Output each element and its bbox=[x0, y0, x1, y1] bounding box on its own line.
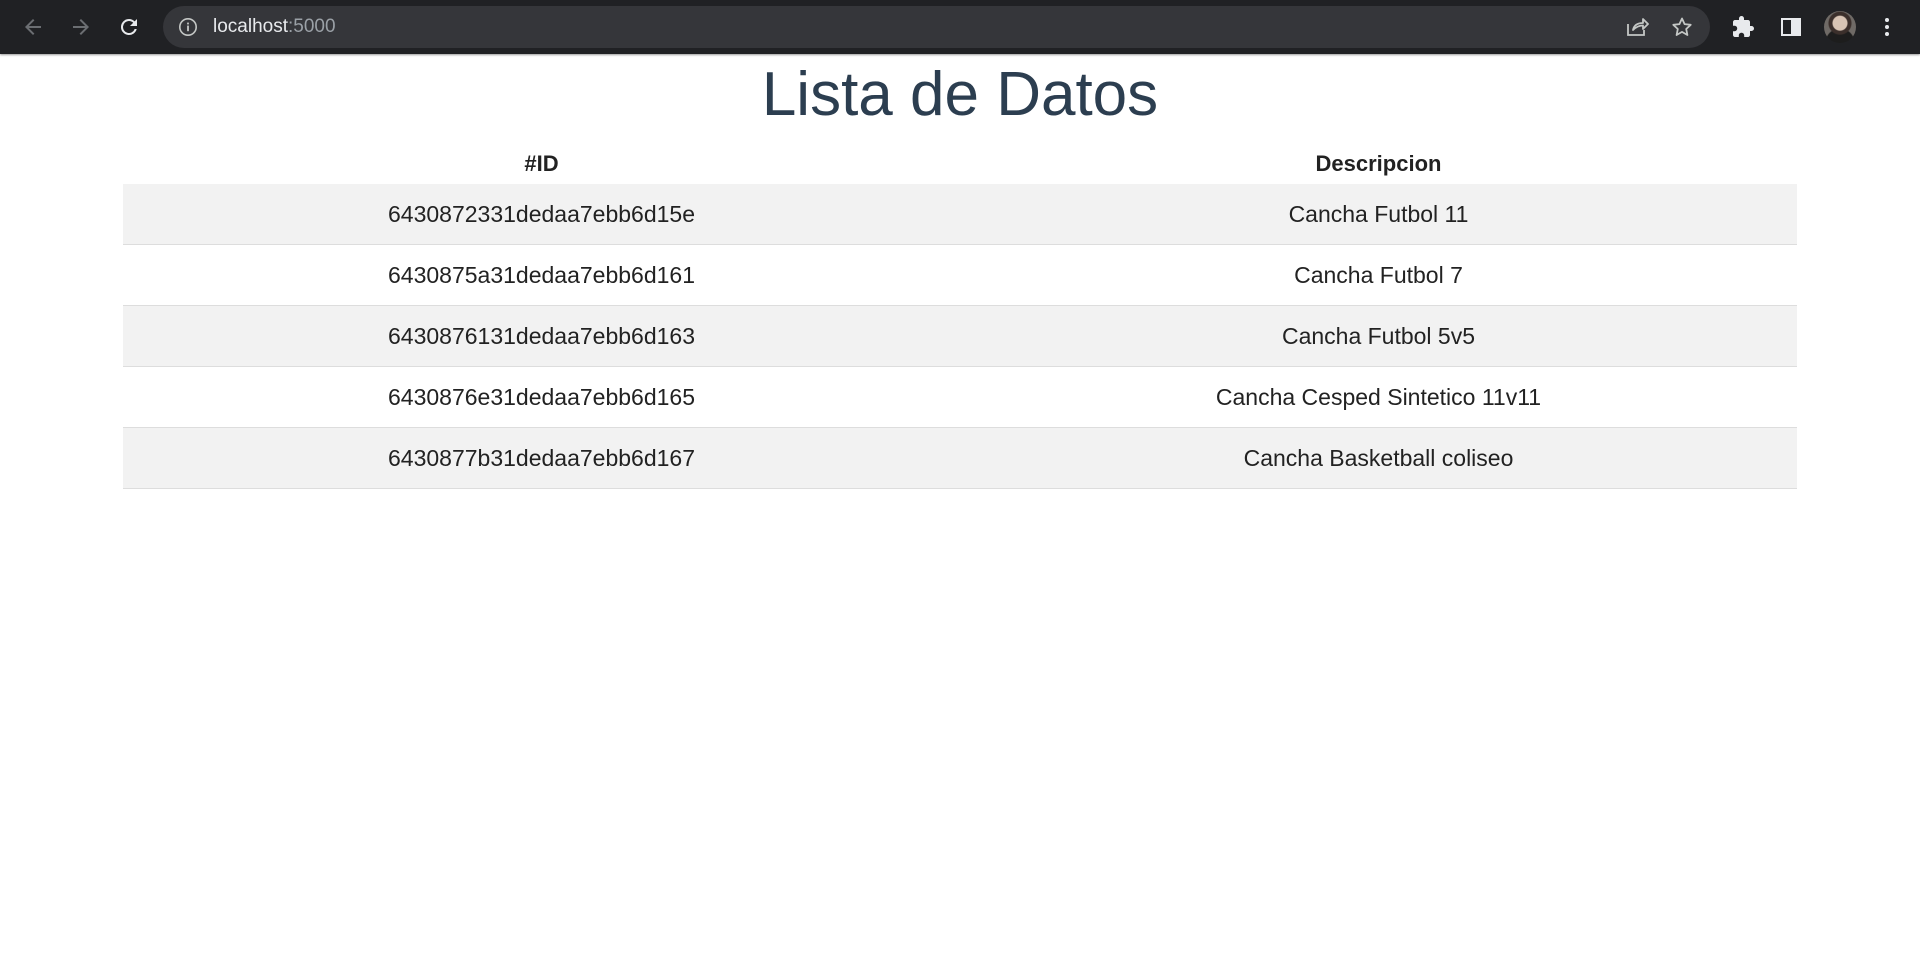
cell-descripcion: Cancha Futbol 5v5 bbox=[960, 305, 1797, 367]
cell-descripcion: Cancha Futbol 11 bbox=[960, 184, 1797, 245]
data-table: #ID Descripcion 6430872331dedaa7ebb6d15e… bbox=[123, 144, 1797, 489]
cell-descripcion: Cancha Cesped Sintetico 11v11 bbox=[960, 366, 1797, 428]
cell-id: 6430876131dedaa7ebb6d163 bbox=[123, 305, 960, 367]
share-icon[interactable] bbox=[1625, 16, 1649, 38]
cell-id: 6430875a31dedaa7ebb6d161 bbox=[123, 244, 960, 306]
table-row: 6430877b31dedaa7ebb6d167 Cancha Basketba… bbox=[123, 427, 1797, 489]
reload-icon bbox=[120, 18, 137, 35]
column-header-descripcion: Descripcion bbox=[1315, 151, 1442, 176]
profile-avatar[interactable] bbox=[1824, 11, 1856, 43]
table-row: 6430875a31dedaa7ebb6d161 Cancha Futbol 7 bbox=[123, 244, 1797, 306]
star-icon[interactable] bbox=[1670, 15, 1694, 39]
cell-id: 6430876e31dedaa7ebb6d165 bbox=[123, 366, 960, 428]
forward-button[interactable] bbox=[62, 8, 100, 46]
extensions-icon bbox=[1733, 16, 1754, 37]
table-row: 6430872331dedaa7ebb6d15e Cancha Futbol 1… bbox=[123, 184, 1797, 245]
url-port: :5000 bbox=[288, 16, 336, 37]
url-text[interactable]: localhost:5000 bbox=[213, 6, 336, 48]
back-button[interactable] bbox=[14, 8, 52, 46]
back-arrow-icon bbox=[25, 19, 41, 35]
extensions-button[interactable] bbox=[1724, 8, 1762, 46]
page-title: Lista de Datos bbox=[761, 60, 1159, 129]
table-header-row: #ID Descripcion bbox=[123, 144, 1797, 184]
browser-menu-button[interactable] bbox=[1868, 8, 1906, 46]
column-header-id: #ID bbox=[524, 151, 559, 176]
cell-id: 6430877b31dedaa7ebb6d167 bbox=[123, 427, 960, 489]
page-content: Lista de Datos #ID Descripcion 643087233… bbox=[0, 54, 1920, 961]
url-host: localhost bbox=[213, 16, 288, 37]
cell-descripcion: Cancha Futbol 7 bbox=[960, 244, 1797, 306]
cell-id: 6430872331dedaa7ebb6d15e bbox=[123, 184, 960, 245]
browser-toolbar: localhost:5000 bbox=[0, 0, 1920, 54]
reload-button[interactable] bbox=[110, 8, 148, 46]
address-bar[interactable]: localhost:5000 bbox=[163, 6, 1710, 48]
side-panel-icon bbox=[1781, 18, 1801, 36]
table-row: 6430876131dedaa7ebb6d163 Cancha Futbol 5… bbox=[123, 305, 1797, 367]
table-row: 6430876e31dedaa7ebb6d165 Cancha Cesped S… bbox=[123, 366, 1797, 428]
forward-arrow-icon bbox=[73, 19, 89, 35]
cell-descripcion: Cancha Basketball coliseo bbox=[960, 427, 1797, 489]
side-panel-button[interactable] bbox=[1772, 8, 1810, 46]
kebab-menu-icon bbox=[1885, 18, 1889, 36]
info-icon[interactable] bbox=[178, 17, 198, 37]
